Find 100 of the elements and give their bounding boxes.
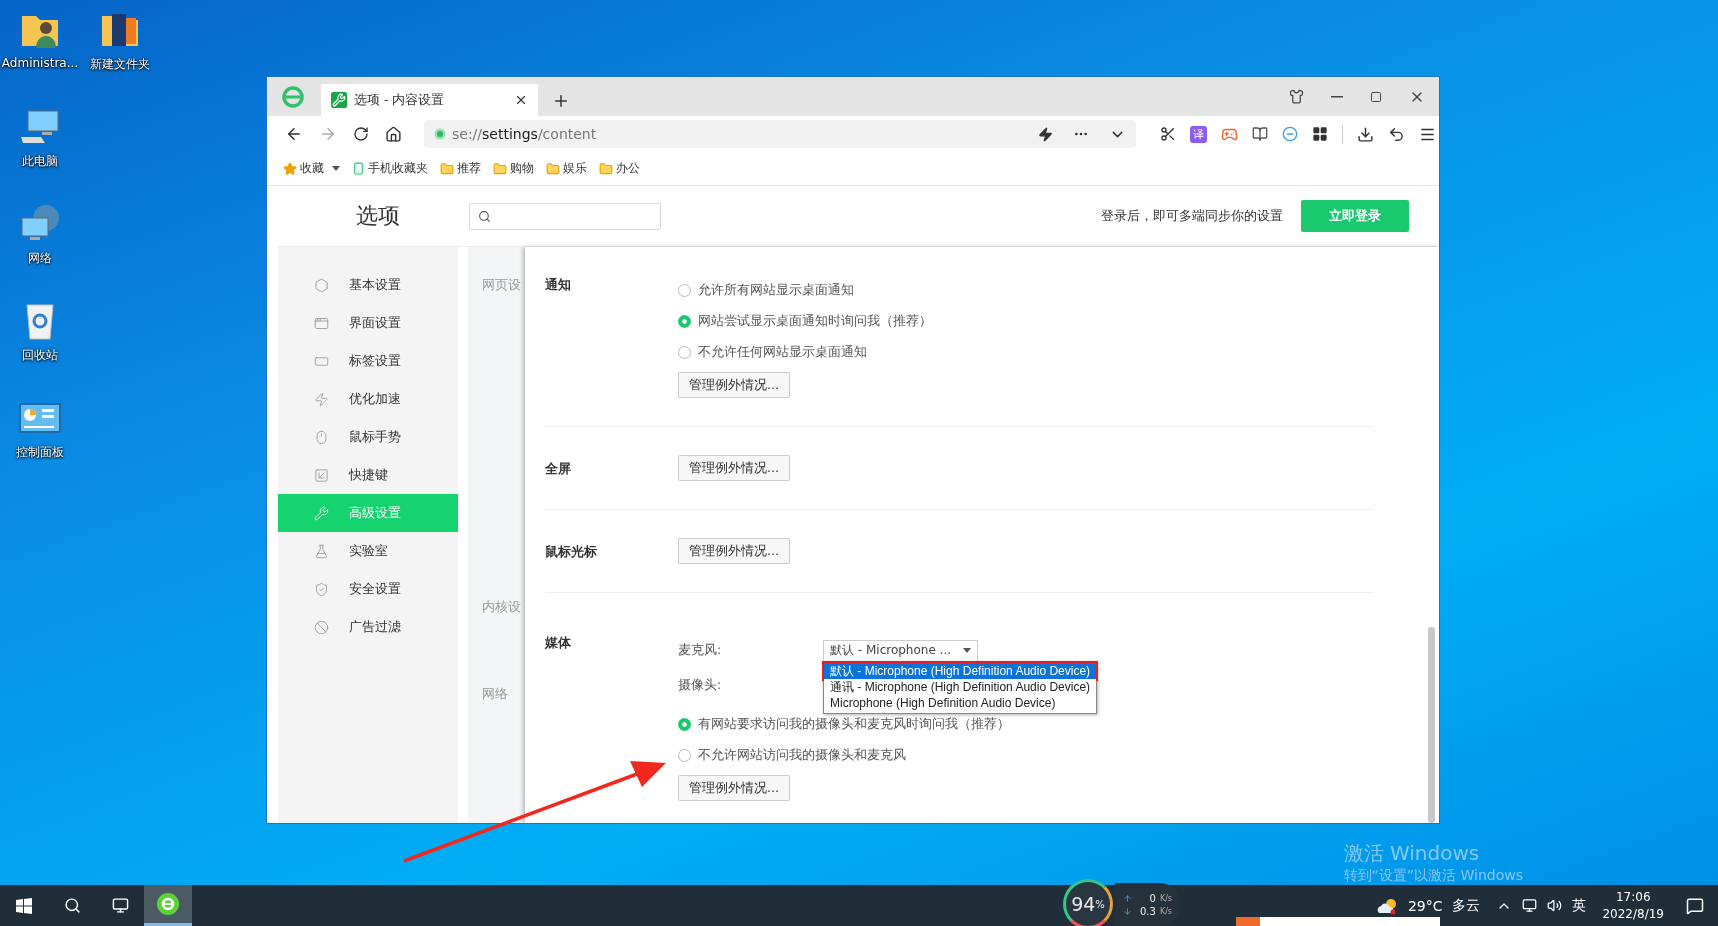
maximize-button[interactable] [1370, 90, 1382, 103]
desktop-icon-label[interactable]: 网络 [28, 250, 52, 267]
phone-icon [352, 162, 365, 175]
home-button[interactable] [385, 125, 402, 143]
desktop-icon-label[interactable]: 新建文件夹 [90, 56, 150, 73]
radio-button[interactable] [678, 284, 691, 297]
radio-button[interactable] [678, 346, 691, 359]
bookmark[interactable]: 购物 [493, 160, 534, 177]
maximize-icon [1370, 90, 1382, 103]
sidebar-icon [314, 429, 329, 445]
address-bar[interactable]: se://settings/content [424, 120, 1136, 148]
sidebar-icon [314, 467, 329, 483]
manage-exceptions-button[interactable]: 管理例外情况... [678, 455, 790, 481]
bookmark[interactable]: 手机收藏夹 [352, 160, 428, 177]
section-title: 媒体 [545, 634, 572, 652]
sidebar-item[interactable]: 快捷键 [278, 456, 458, 494]
search-field[interactable] [469, 202, 661, 230]
input-method[interactable]: 英 [1572, 896, 1587, 915]
radio-button[interactable] [678, 315, 691, 328]
notification-icon[interactable] [1686, 896, 1704, 915]
network-icon[interactable] [1522, 898, 1538, 913]
sidebar-item[interactable]: 优化加速 [278, 380, 458, 418]
bookmark[interactable]: 娱乐 [546, 160, 587, 177]
bookmark[interactable]: 收藏 [283, 160, 324, 177]
activation-title: 激活 Windows [1343, 840, 1481, 867]
performance-gauge[interactable]: 94% [1063, 879, 1113, 926]
secure-dot-icon [434, 128, 446, 140]
bookmark[interactable]: 办公 [599, 160, 640, 177]
speed-unit: K/s [1159, 893, 1172, 903]
caret-icon[interactable] [332, 166, 340, 171]
radio-label: 有网站要求访问我的摄像头和麦克风时询问我（推荐） [698, 716, 1010, 733]
undo-icon[interactable] [1388, 125, 1405, 143]
radio-button[interactable] [678, 749, 691, 762]
dropdown-option[interactable]: 通讯 - Microphone (High Definition Audio Device) [824, 679, 1097, 695]
forward-arrow-icon [319, 125, 337, 143]
sidebar-item[interactable]: 标签设置 [278, 342, 458, 380]
section-title: 全屏 [545, 459, 572, 478]
desktop-icon-label[interactable]: 此电脑 [22, 153, 58, 170]
sidebar-icon [314, 505, 329, 521]
grid-icon[interactable] [1312, 126, 1328, 142]
section-title: 鼠标光标 [545, 542, 598, 561]
sidebar-item[interactable]: 安全设置 [278, 570, 458, 608]
browser-taskbar-button[interactable] [144, 885, 192, 926]
sidebar-item[interactable]: 界面设置 [278, 304, 458, 342]
minimize-button[interactable] [1331, 95, 1343, 98]
section-title: 通知 [545, 276, 572, 294]
bookmark[interactable]: 推荐 [440, 160, 481, 177]
browser-tab[interactable]: 选项 - 内容设置 [321, 84, 538, 116]
sidebar-item[interactable]: 基本设置 [278, 266, 458, 304]
browser-logo-icon [281, 84, 305, 109]
sidebar-icon [314, 543, 329, 559]
reload-button[interactable] [353, 126, 369, 142]
sidebar-item[interactable]: 广告过滤 [278, 608, 458, 646]
sidebar-icon [314, 277, 329, 293]
radio-label: 不允许任何网站显示桌面通知 [698, 344, 867, 361]
download-speed: 0.3 [1140, 905, 1156, 917]
radio-label: 网站尝试显示桌面通知时询问我（推荐） [698, 313, 932, 330]
sidebar-item[interactable]: 实验室 [278, 532, 458, 570]
address-path: /content [537, 126, 597, 142]
desktop-icon-label[interactable]: 回收站 [22, 347, 58, 364]
upload-speed: 0 [1149, 892, 1156, 904]
manage-exceptions-button[interactable]: 管理例外情况... [678, 538, 790, 564]
minus-circle-icon[interactable] [1282, 126, 1298, 142]
clock[interactable]: 17:06 2022/8/19 [1602, 888, 1664, 923]
search-icon [63, 897, 81, 914]
radio-button[interactable] [678, 718, 691, 731]
star-icon [283, 161, 297, 176]
folder-icon [599, 161, 613, 176]
field-label: 麦克风: [678, 642, 723, 659]
shirt-icon [1289, 89, 1304, 104]
back-button[interactable] [285, 125, 303, 143]
manage-exceptions-button[interactable]: 管理例外情况... [678, 775, 790, 801]
microphone-select[interactable]: 默认 - Microphone ... [823, 639, 978, 662]
skin-button[interactable] [1289, 89, 1304, 104]
new-tab-button[interactable] [552, 92, 570, 110]
reload-icon [353, 126, 369, 142]
sidebar-item[interactable]: 鼠标手势 [278, 418, 458, 456]
download-arrow-icon [1123, 906, 1132, 916]
volume-icon[interactable] [1547, 898, 1563, 913]
download-icon[interactable] [1357, 125, 1374, 143]
search-icon [478, 209, 491, 223]
manage-exceptions-button[interactable]: 管理例外情况... [678, 372, 790, 398]
desktop-icon-label[interactable]: Administra... [1, 56, 79, 70]
translate-badge[interactable]: 译 [1190, 125, 1207, 143]
lightning-icon[interactable] [1038, 126, 1053, 142]
windows-logo-icon [16, 897, 32, 914]
radio-label: 允许所有网站显示桌面通知 [698, 282, 854, 299]
dropdown-option[interactable]: 默认 - Microphone (High Definition Audio Device) [824, 663, 1097, 679]
book-icon[interactable] [1252, 126, 1268, 142]
plus-icon [552, 92, 570, 110]
scrollbar-thumb[interactable] [1428, 627, 1435, 823]
speed-unit: K/s [1159, 906, 1172, 916]
sidebar-icon [314, 619, 329, 635]
dropdown-option[interactable]: Microphone (High Definition Audio Device) [824, 695, 1097, 711]
weather-cloud-icon[interactable] [1375, 896, 1398, 915]
scissors-icon[interactable] [1160, 126, 1176, 142]
folder-icon [440, 161, 454, 176]
sidebar-icon [314, 391, 329, 407]
close-tab-icon[interactable] [514, 93, 528, 107]
sidebar-icon [314, 315, 329, 331]
